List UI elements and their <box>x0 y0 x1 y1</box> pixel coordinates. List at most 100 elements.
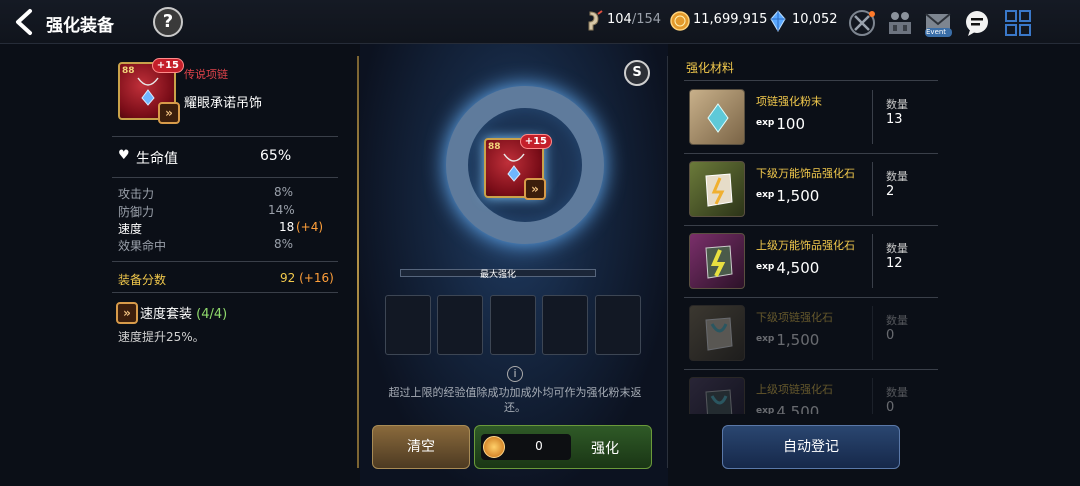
quantity-value: 13 <box>886 112 903 127</box>
material-exp: exp 1,500 <box>756 187 820 205</box>
material-row[interactable]: 下级万能饰品强化石 exp 1,500 数量 2 <box>684 158 938 222</box>
stamina-counter: 104/154 <box>607 12 662 27</box>
stamina-icon <box>588 10 603 31</box>
material-exp: exp 4,500 <box>756 259 820 277</box>
material-slot[interactable] <box>542 295 588 355</box>
equipment-level: 88 <box>488 142 501 152</box>
material-exp: exp 1,500 <box>756 331 820 349</box>
necklace-powder-icon <box>689 89 745 145</box>
material-exp: exp 100 <box>756 115 805 133</box>
main-stat-label: 生命值 <box>136 151 178 167</box>
divider <box>872 90 873 144</box>
divider <box>684 153 938 154</box>
equipment-level: 88 <box>122 66 135 76</box>
speed-set-icon: » <box>158 102 180 124</box>
material-name: 项链强化粉末 <box>756 95 822 108</box>
cost-box: 0 <box>481 434 571 460</box>
auto-register-button[interactable]: 自动登记 <box>722 425 900 469</box>
divider <box>684 80 938 81</box>
enhance-progress-label: 最大强化 <box>479 270 516 280</box>
material-row[interactable]: 下级项链强化石 exp 1,500 数量 0 <box>684 302 938 366</box>
sub-stat-value: 8% <box>274 185 294 199</box>
quantity-value: 12 <box>886 256 903 271</box>
material-slot[interactable] <box>437 295 483 355</box>
greater-necklace-stone-icon <box>689 377 745 414</box>
gold-amount: 11,699,915 <box>693 12 768 27</box>
material-slot[interactable] <box>385 295 431 355</box>
back-arrow-icon[interactable] <box>10 8 40 36</box>
speed-set-icon: » <box>116 302 138 324</box>
material-row[interactable]: 上级万能饰品强化石 exp 4,500 数量 12 <box>684 230 938 294</box>
divider <box>872 306 873 360</box>
divider <box>112 292 338 293</box>
quantity-label: 数量 <box>886 386 908 399</box>
enhance-label: 强化 <box>591 441 619 457</box>
divider <box>357 56 359 468</box>
enhance-target-slot[interactable]: 88 +15 » <box>484 134 552 200</box>
necklace-icon <box>137 77 159 106</box>
quantity-value: 0 <box>886 328 895 343</box>
crystal-icon <box>770 10 786 32</box>
menu-grid-icon[interactable] <box>1002 8 1034 38</box>
gear-score-value: 92 (+16) <box>280 271 334 285</box>
enhance-button[interactable]: 0 强化 <box>474 425 652 469</box>
necklace-icon <box>503 153 525 182</box>
equipment-name: 耀眼承诺吊饰 <box>184 96 263 111</box>
divider <box>684 297 938 298</box>
guild-icon[interactable] <box>884 8 916 38</box>
enhance-cost: 0 <box>535 439 543 453</box>
set-bonus-desc: 速度提升25%。 <box>118 330 205 344</box>
main-stat-value: 65% <box>260 148 292 164</box>
enhance-note: 超过上限的经验值除成功加成外均可作为强化粉末返还。 <box>388 386 642 414</box>
equipment-grade: 传说项链 <box>184 68 228 81</box>
material-list-clip: 上级项链强化石 exp 4,500 数量 0 <box>684 372 938 414</box>
top-bar: 强化装备 ? 104/154 11,699,915 10,052 Event <box>0 0 1080 44</box>
material-row[interactable]: 上级项链强化石 exp 4,500 数量 0 <box>684 374 938 414</box>
sub-stat-label: 防御力 <box>118 205 155 219</box>
sub-stat-label: 效果命中 <box>118 239 167 253</box>
gold-coin-icon <box>670 11 690 31</box>
quantity-label: 数量 <box>886 170 908 183</box>
chat-icon[interactable] <box>961 8 993 38</box>
info-icon: i <box>507 366 523 382</box>
sub-stat-value: 8% <box>274 237 294 251</box>
sub-stat-value: 14% <box>268 203 295 217</box>
clear-button[interactable]: 清空 <box>372 425 470 469</box>
material-name: 上级项链强化石 <box>756 383 833 396</box>
quantity-label: 数量 <box>886 98 908 111</box>
crystal-amount: 10,052 <box>792 12 838 27</box>
divider <box>112 261 338 262</box>
s-toggle-icon[interactable]: S <box>624 60 650 86</box>
lesser-accessory-stone-icon <box>689 161 745 217</box>
divider <box>684 369 938 370</box>
gear-score-label: 装备分数 <box>118 273 167 287</box>
help-icon[interactable]: ? <box>153 7 183 37</box>
divider <box>872 378 873 414</box>
material-name: 上级万能饰品强化石 <box>756 239 855 252</box>
material-slot[interactable] <box>595 295 641 355</box>
quantity-label: 数量 <box>886 314 908 327</box>
quantity-label: 数量 <box>886 242 908 255</box>
enhance-level-badge: +15 <box>151 58 184 73</box>
enhance-level-badge: +15 <box>519 134 552 149</box>
gold-coin-icon <box>483 436 505 458</box>
divider <box>872 234 873 288</box>
pvp-crossed-swords-icon[interactable] <box>846 8 878 38</box>
quantity-value: 2 <box>886 184 895 199</box>
sub-stat-label: 攻击力 <box>118 187 155 201</box>
materials-title: 强化材料 <box>686 61 735 75</box>
divider <box>112 177 338 178</box>
lesser-necklace-stone-icon <box>689 305 745 361</box>
material-name: 下级万能饰品强化石 <box>756 167 855 180</box>
equipment-thumbnail: 88 +15 » <box>118 58 184 124</box>
set-bonus-title: 速度套装 (4/4) <box>140 307 228 322</box>
material-slot[interactable] <box>490 295 536 355</box>
material-exp: exp 4,500 <box>756 403 820 414</box>
greater-accessory-stone-icon <box>689 233 745 289</box>
mail-event-icon[interactable]: Event <box>922 8 954 38</box>
divider <box>684 225 938 226</box>
event-label: Event <box>926 28 947 36</box>
material-row[interactable]: 项链强化粉末 exp 100 数量 13 <box>684 86 938 150</box>
divider <box>667 56 668 468</box>
sub-stat-label: 速度 <box>118 222 143 236</box>
